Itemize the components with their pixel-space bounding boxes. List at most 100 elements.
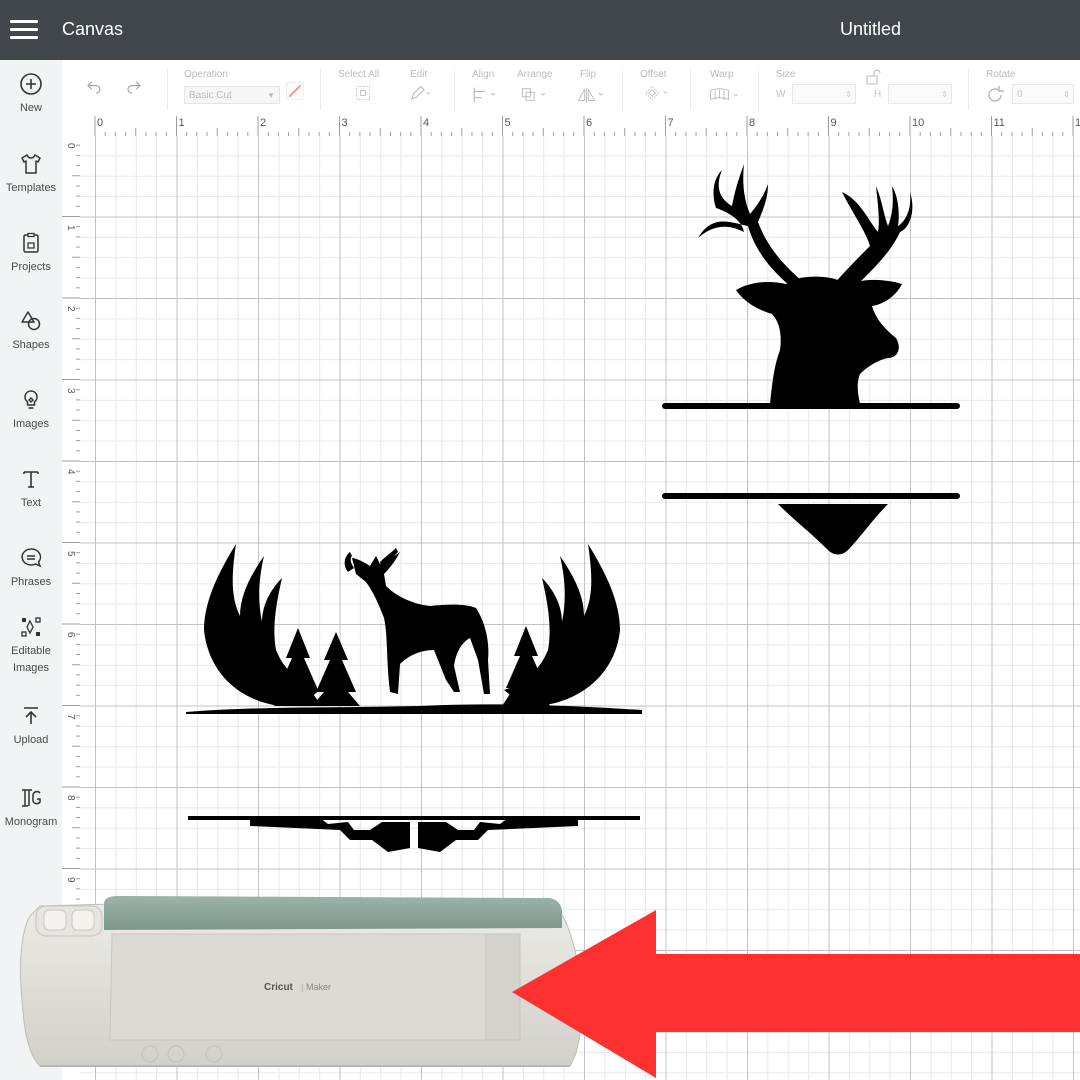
- tshirt-icon: [21, 154, 41, 174]
- document-title[interactable]: Untitled: [840, 19, 901, 40]
- sidebar-item-new[interactable]: New: [0, 72, 62, 117]
- size-label: Size: [776, 69, 796, 80]
- text-icon: [23, 471, 39, 488]
- rotate-input[interactable]: 0 ⇕: [1012, 84, 1074, 104]
- arrange-label: Arrange: [517, 69, 553, 80]
- ruler-label-y: 3: [65, 387, 76, 394]
- upload-icon: [24, 707, 38, 724]
- lock-aspect-icon[interactable]: [864, 68, 882, 86]
- sidebar-item-editable-images[interactable]: Editable Images: [0, 615, 62, 677]
- rotate-label: Rotate: [986, 69, 1016, 80]
- monogram-lower-bar: [662, 493, 960, 499]
- sidebar-item-images[interactable]: Images: [0, 388, 62, 433]
- offset-icon[interactable]: [640, 84, 674, 102]
- redo-icon[interactable]: [122, 78, 146, 96]
- ruler-label-y: 5: [65, 550, 76, 557]
- deer-head-split-monogram[interactable]: [650, 150, 970, 570]
- height-input[interactable]: ⇕: [888, 84, 952, 104]
- monogram-icon: [22, 789, 41, 807]
- monogram-upper-bar: [662, 403, 960, 409]
- toolbar-divider: [454, 68, 455, 110]
- sidebar-item-label: Text: [20, 497, 42, 509]
- flip-label: Flip: [580, 69, 597, 80]
- edit-label: Edit: [410, 69, 428, 80]
- shapes-icon: [21, 311, 41, 331]
- sidebar-item-projects[interactable]: Projects: [0, 231, 62, 276]
- sidebar-item-label: Shapes: [12, 339, 50, 351]
- flip-icon[interactable]: [574, 86, 608, 104]
- operation-value: Basic Cut: [189, 90, 232, 101]
- ruler-label-y: 4: [65, 469, 76, 475]
- ruler-label-x: 12: [1075, 117, 1080, 129]
- stepper-icon: ⇕: [941, 90, 948, 99]
- width-input[interactable]: ⇕: [792, 84, 856, 104]
- sidebar-item-label: Phrases: [10, 576, 52, 588]
- sidebar-item-label: Upload: [13, 734, 49, 746]
- width-label: W: [776, 89, 786, 100]
- cricut-maker-machine: Cricut Maker |: [19, 896, 582, 1067]
- machine-brand: Cricut: [264, 982, 294, 993]
- sidebar-item-phrases[interactable]: Phrases: [0, 546, 62, 591]
- stepper-icon: ⇕: [1063, 90, 1070, 99]
- edit-pencil-icon[interactable]: [406, 84, 434, 102]
- sidebar-item-label: Monogram: [4, 816, 58, 828]
- app-title: Canvas: [62, 19, 124, 39]
- sidebar-item-upload[interactable]: Upload: [0, 704, 62, 749]
- ruler-ticks: [94, 116, 1074, 136]
- sidebar-item-text[interactable]: Text: [0, 467, 62, 512]
- toolbar-divider: [690, 68, 691, 110]
- brand-separator: |: [301, 982, 303, 992]
- ruler-label-y: 7: [65, 713, 76, 720]
- menu-icon[interactable]: [10, 20, 38, 40]
- operation-select[interactable]: Basic Cut ▼: [184, 86, 280, 104]
- sidebar-item-label: Projects: [11, 261, 51, 273]
- ruler-label-x: 8: [749, 117, 756, 129]
- red-arrow-pointer: [512, 910, 1080, 1078]
- ruler-label-y: 0: [65, 143, 76, 149]
- sidebar-item-shapes[interactable]: Shapes: [0, 309, 62, 354]
- toolbar-divider: [968, 68, 969, 110]
- undo-icon[interactable]: [82, 78, 106, 96]
- plus-circle-icon: [20, 73, 42, 95]
- stepper-icon: ⇕: [845, 90, 852, 99]
- height-label: H: [874, 89, 882, 100]
- ruler-label-x: 3: [341, 117, 348, 129]
- ruler-label-x: 0: [97, 117, 104, 129]
- horizontal-ruler: 0123456789101112: [62, 116, 1080, 137]
- clipboard-icon: [23, 232, 39, 253]
- deer-scene-split-monogram[interactable]: [180, 530, 650, 860]
- arrange-icon[interactable]: [518, 86, 552, 104]
- ruler-label-x: 11: [993, 117, 1005, 129]
- top-header: Canvas Untitled: [0, 0, 1080, 60]
- ruler-label-x: 6: [586, 117, 593, 129]
- select-all-icon[interactable]: [352, 84, 374, 102]
- sidebar-item-label: Editable Images: [11, 645, 51, 674]
- sidebar-item-label: New: [19, 102, 42, 114]
- ruler-label-x: 10: [912, 117, 925, 129]
- machine-model: Maker: [306, 982, 331, 992]
- ruler-label-x: 5: [504, 117, 511, 129]
- operation-label: Operation: [184, 69, 228, 80]
- ruler-label-y: 6: [65, 632, 76, 638]
- sidebar-item-label: Images: [12, 418, 50, 430]
- sidebar-item-label: Templates: [5, 182, 57, 194]
- linetype-color-swatch[interactable]: [284, 82, 306, 100]
- align-icon[interactable]: [470, 86, 502, 104]
- ruler-label-x: 7: [667, 117, 674, 129]
- warp-label: Warp: [710, 69, 734, 80]
- speech-bubble-icon: [21, 548, 42, 568]
- align-label: Align: [472, 69, 495, 80]
- ruler-label-y: 9: [65, 876, 76, 883]
- lightbulb-icon: [24, 390, 38, 409]
- ruler-label-y: 1: [65, 224, 76, 231]
- warp-icon[interactable]: [706, 86, 744, 104]
- ruler-label-y: 8: [65, 795, 76, 801]
- rotate-icon[interactable]: [984, 84, 1006, 106]
- sidebar-item-monogram[interactable]: Monogram: [0, 786, 62, 831]
- sidebar-item-templates[interactable]: Templates: [0, 152, 62, 197]
- left-rifle: [250, 818, 410, 852]
- select-all-label: Select All: [338, 69, 380, 80]
- toolbar-divider: [167, 68, 168, 110]
- chevron-down-icon: ▼: [267, 91, 275, 100]
- ruler-label-y: 2: [65, 306, 76, 312]
